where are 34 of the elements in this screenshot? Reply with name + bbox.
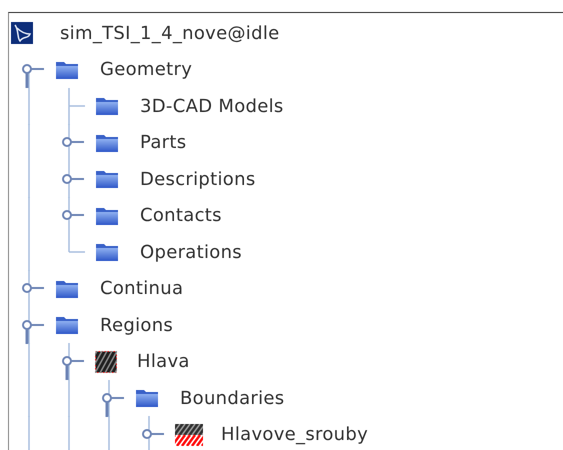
folder-icon bbox=[95, 242, 120, 262]
expand-handle-icon[interactable] bbox=[22, 64, 44, 88]
expand-handle-icon[interactable] bbox=[102, 392, 124, 417]
expand-handle-icon[interactable] bbox=[62, 210, 84, 220]
tree-item[interactable]: Operations bbox=[140, 242, 242, 263]
expand-handle-icon[interactable] bbox=[62, 174, 84, 184]
expand-handle-icon[interactable] bbox=[142, 429, 164, 440]
tree-item[interactable]: Geometry bbox=[100, 59, 192, 80]
tree-item[interactable]: Descriptions bbox=[140, 168, 256, 190]
folder-icon bbox=[95, 169, 120, 190]
expand-handle-icon[interactable] bbox=[62, 356, 84, 380]
folder-icon bbox=[55, 315, 80, 336]
hatched-boundary-icon bbox=[175, 424, 203, 446]
tree-item[interactable]: Hlava bbox=[137, 351, 190, 372]
tree-item[interactable]: Parts bbox=[140, 132, 186, 154]
expand-handle-icon[interactable] bbox=[22, 320, 44, 344]
folder-icon bbox=[95, 132, 120, 153]
tree-item[interactable]: Continua bbox=[100, 278, 184, 300]
folder-icon bbox=[55, 278, 80, 299]
tree-item[interactable]: Regions bbox=[100, 314, 174, 336]
tree-item[interactable]: Boundaries bbox=[180, 388, 284, 409]
folder-icon bbox=[55, 60, 80, 80]
tree-line bbox=[148, 416, 150, 450]
folder-icon bbox=[135, 388, 160, 408]
tree-item[interactable]: Hlavove_srouby bbox=[221, 424, 368, 446]
tree-item[interactable]: sim_TSI_1_4_nove@idle bbox=[60, 22, 280, 44]
expand-handle-icon[interactable] bbox=[62, 137, 84, 148]
tree-item[interactable]: 3D-CAD Models bbox=[140, 96, 284, 117]
tree-item[interactable]: Contacts bbox=[140, 205, 222, 226]
folder-icon bbox=[95, 206, 120, 226]
expand-handle-icon[interactable] bbox=[22, 283, 44, 294]
app-logo-icon bbox=[11, 22, 33, 44]
hatched-square-icon bbox=[95, 350, 117, 373]
folder-icon bbox=[95, 96, 120, 116]
